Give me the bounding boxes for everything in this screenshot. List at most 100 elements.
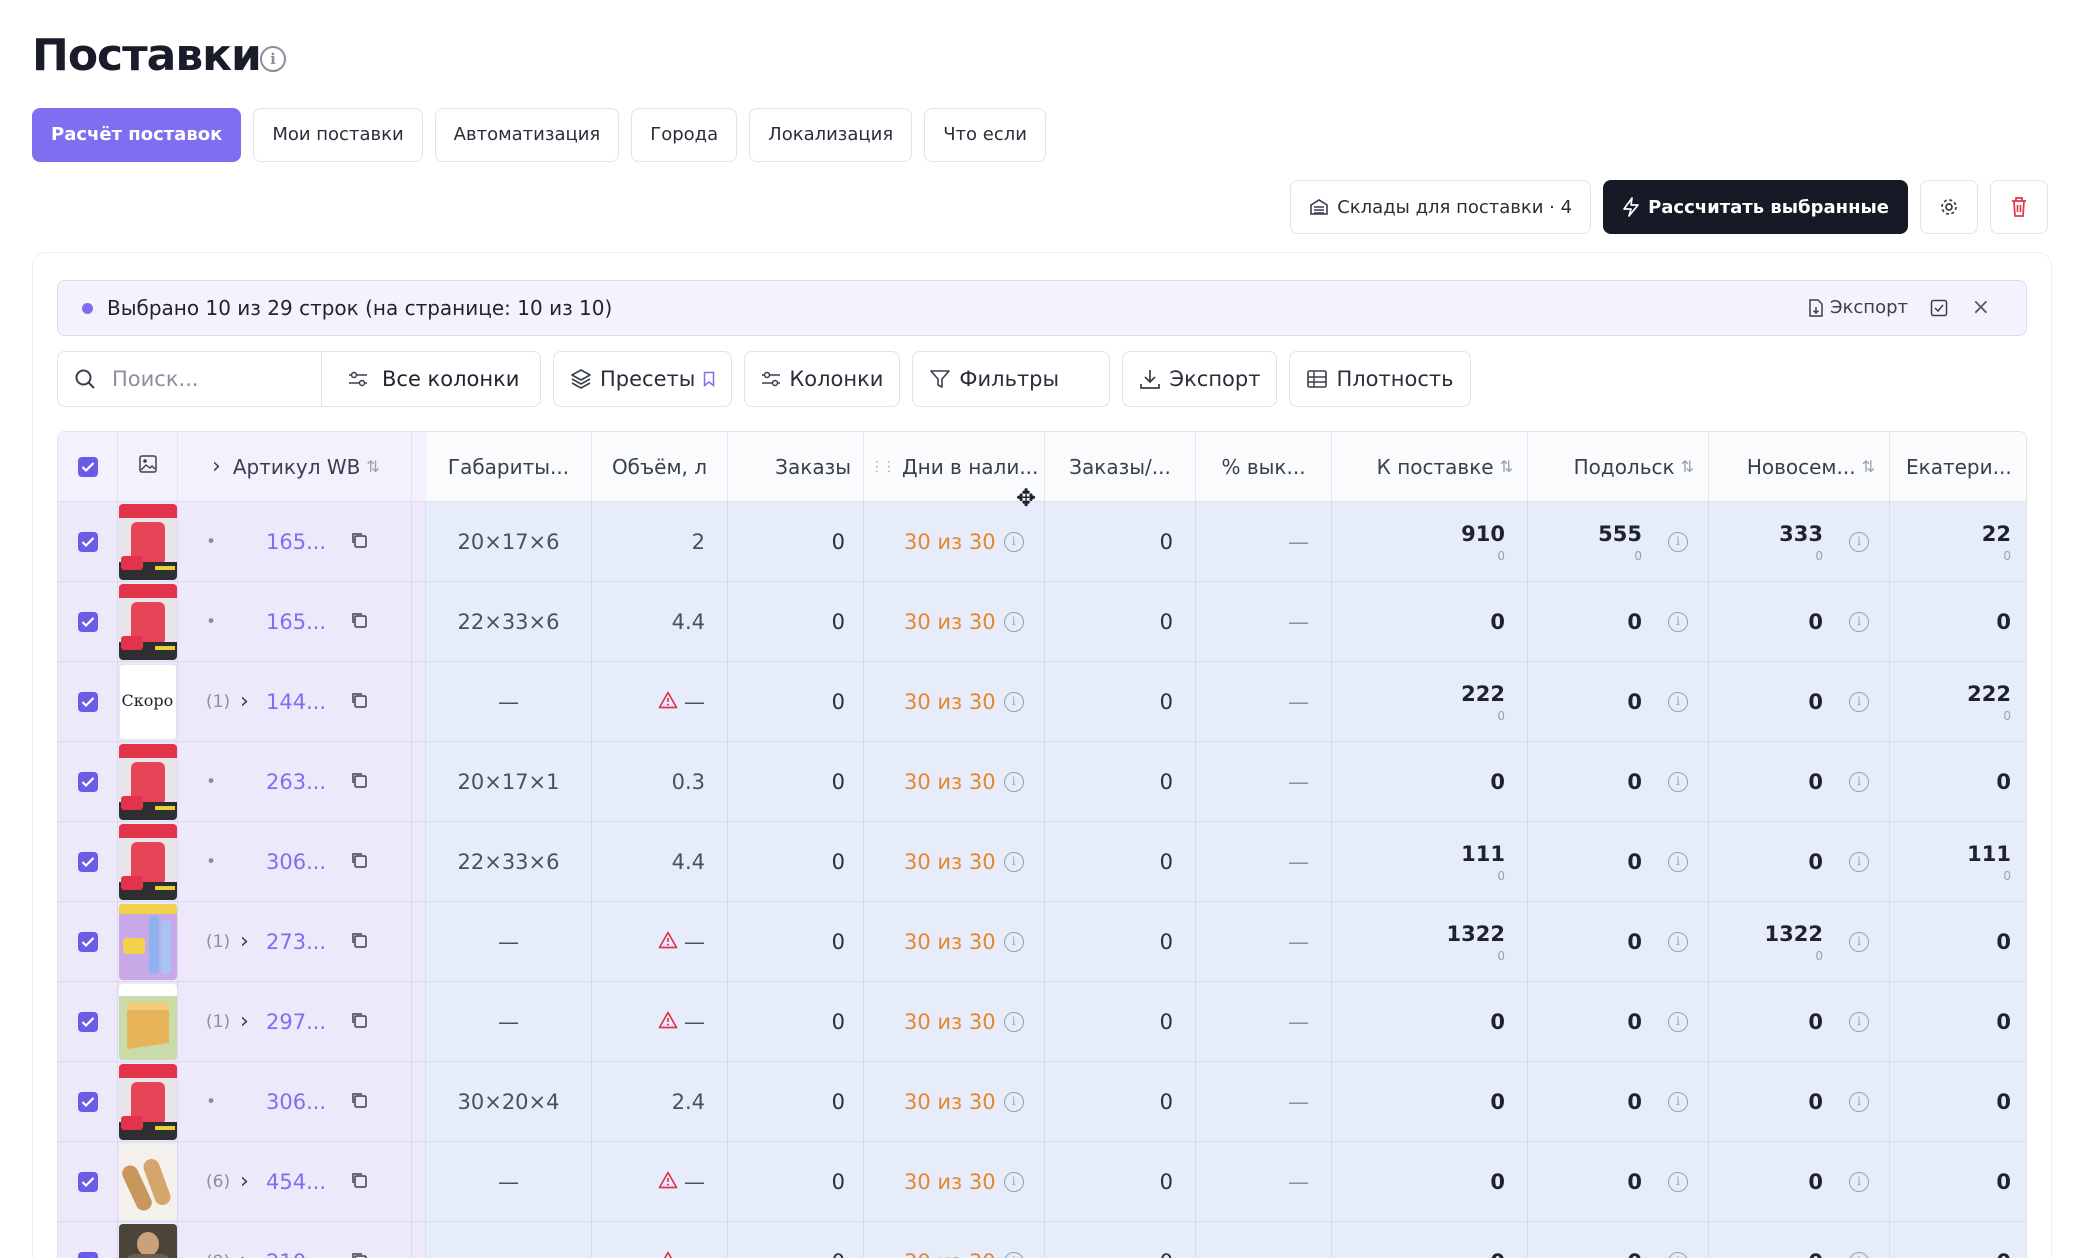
- presets-button[interactable]: Пресеты: [553, 351, 733, 407]
- column-header-dims[interactable]: Габариты...: [426, 432, 592, 502]
- copy-icon[interactable]: [350, 930, 368, 954]
- row-checkbox[interactable]: [77, 691, 98, 712]
- export-button[interactable]: Экспорт: [1122, 351, 1278, 407]
- column-header-ord[interactable]: Заказы: [728, 432, 864, 502]
- select-all-check-icon[interactable]: [1930, 299, 1948, 317]
- selection-export-button[interactable]: Экспорт: [1808, 297, 1908, 318]
- expand-row-chevron-icon[interactable]: ›: [240, 1009, 266, 1034]
- row-checkbox[interactable]: [77, 1011, 98, 1032]
- tab-localization[interactable]: Локализация: [749, 108, 913, 162]
- copy-icon[interactable]: [350, 1090, 368, 1114]
- supply-quantity-eka[interactable]: 0: [1996, 930, 2011, 954]
- copy-icon[interactable]: [350, 1010, 368, 1034]
- warehouse-info-icon[interactable]: i: [1668, 611, 1688, 632]
- column-header-eka[interactable]: Екатери...: [1890, 432, 2026, 502]
- supply-quantity-nov[interactable]: 333: [1779, 522, 1823, 546]
- row-checkbox[interactable]: [77, 931, 98, 952]
- article-link[interactable]: 306...: [266, 1090, 350, 1114]
- column-header-pod[interactable]: Подольск ⇅: [1528, 432, 1709, 502]
- supply-quantity-nov[interactable]: 0: [1808, 690, 1823, 714]
- supply-quantity-pod[interactable]: 0: [1627, 850, 1642, 874]
- supply-quantity-eka[interactable]: 111: [1967, 842, 2011, 866]
- column-header-img[interactable]: [118, 432, 178, 502]
- product-thumbnail[interactable]: [118, 1143, 177, 1220]
- copy-icon[interactable]: [350, 690, 368, 714]
- column-header-cb[interactable]: [58, 432, 118, 502]
- article-link[interactable]: 165...: [266, 610, 350, 634]
- copy-icon[interactable]: [350, 1250, 368, 1258]
- days-info-icon[interactable]: i: [1003, 1091, 1024, 1112]
- tab-what-if[interactable]: Что если: [924, 108, 1046, 162]
- product-thumbnail[interactable]: [118, 1223, 177, 1258]
- product-thumbnail[interactable]: [118, 983, 177, 1060]
- days-info-icon[interactable]: i: [1003, 531, 1024, 552]
- sort-icon[interactable]: ⇅: [1500, 457, 1513, 476]
- tab-my-supplies[interactable]: Мои поставки: [253, 108, 423, 162]
- article-link[interactable]: 165...: [266, 530, 350, 554]
- warehouse-info-icon[interactable]: i: [1849, 1171, 1869, 1192]
- copy-icon[interactable]: [350, 770, 368, 794]
- column-header-to[interactable]: К поставке ⇅: [1332, 432, 1528, 502]
- warehouse-info-icon[interactable]: i: [1668, 1251, 1688, 1258]
- warehouse-info-icon[interactable]: i: [1668, 691, 1688, 712]
- article-link[interactable]: 144...: [266, 690, 350, 714]
- article-link[interactable]: 454...: [266, 1170, 350, 1194]
- warehouse-info-icon[interactable]: i: [1849, 691, 1869, 712]
- warehouse-info-icon[interactable]: i: [1849, 1011, 1869, 1032]
- row-checkbox[interactable]: [77, 1251, 98, 1258]
- tab-automation[interactable]: Автоматизация: [434, 108, 620, 162]
- supply-quantity-to[interactable]: 222: [1461, 682, 1505, 706]
- expand-row-chevron-icon[interactable]: ›: [240, 929, 266, 954]
- product-thumbnail[interactable]: Скоро: [118, 663, 177, 740]
- product-thumbnail[interactable]: [118, 903, 177, 980]
- supply-quantity-nov[interactable]: 0: [1808, 1010, 1823, 1034]
- warehouses-button[interactable]: Склады для поставки · 4: [1290, 180, 1592, 234]
- days-info-icon[interactable]: i: [1003, 851, 1024, 872]
- warehouse-info-icon[interactable]: i: [1849, 931, 1869, 952]
- article-link[interactable]: 306...: [266, 850, 350, 874]
- density-button[interactable]: Плотность: [1289, 351, 1471, 407]
- days-info-icon[interactable]: i: [1003, 771, 1024, 792]
- supply-quantity-nov[interactable]: 1322: [1765, 922, 1823, 946]
- warehouse-info-icon[interactable]: i: [1668, 931, 1688, 952]
- supply-quantity-pod[interactable]: 0: [1627, 770, 1642, 794]
- select-all-checkbox[interactable]: [77, 456, 98, 477]
- column-header-art[interactable]: › Артикул WB ⇅: [178, 432, 412, 502]
- supply-quantity-to[interactable]: 910: [1461, 522, 1505, 546]
- copy-icon[interactable]: [350, 850, 368, 874]
- expand-row-chevron-icon[interactable]: ›: [240, 1249, 266, 1258]
- column-header-vol[interactable]: Объём, л: [592, 432, 728, 502]
- sort-icon[interactable]: ⇅: [1681, 457, 1694, 476]
- row-checkbox[interactable]: [77, 611, 98, 632]
- supply-quantity-eka[interactable]: 0: [1996, 1090, 2011, 1114]
- supply-quantity-pod[interactable]: 0: [1627, 1090, 1642, 1114]
- days-info-icon[interactable]: i: [1003, 691, 1024, 712]
- settings-button[interactable]: [1920, 180, 1978, 234]
- article-link[interactable]: 263...: [266, 770, 350, 794]
- supply-quantity-pod[interactable]: 0: [1627, 1010, 1642, 1034]
- warehouse-info-icon[interactable]: i: [1849, 851, 1869, 872]
- article-link[interactable]: 210...: [266, 1250, 350, 1258]
- warehouse-info-icon[interactable]: i: [1849, 611, 1869, 632]
- warehouse-info-icon[interactable]: i: [1849, 1091, 1869, 1112]
- supply-quantity-to[interactable]: 0: [1490, 1170, 1505, 1194]
- expand-row-chevron-icon[interactable]: ›: [240, 689, 266, 714]
- supply-quantity-nov[interactable]: 0: [1808, 1170, 1823, 1194]
- drag-handle-icon[interactable]: ⋮⋮: [870, 459, 896, 475]
- row-checkbox[interactable]: [77, 531, 98, 552]
- supply-quantity-pod[interactable]: 0: [1627, 1170, 1642, 1194]
- expand-row-chevron-icon[interactable]: ›: [240, 1169, 266, 1194]
- warehouse-info-icon[interactable]: i: [1668, 531, 1688, 552]
- calculate-selected-button[interactable]: Рассчитать выбранные: [1603, 180, 1908, 234]
- all-columns-select[interactable]: Все колонки: [322, 352, 540, 406]
- supply-quantity-to[interactable]: 111: [1461, 842, 1505, 866]
- column-header-op[interactable]: Заказы/...: [1045, 432, 1196, 502]
- supply-quantity-to[interactable]: 0: [1490, 1010, 1505, 1034]
- supply-quantity-to[interactable]: 0: [1490, 770, 1505, 794]
- supply-quantity-pod[interactable]: 0: [1627, 930, 1642, 954]
- supply-quantity-to[interactable]: 0: [1490, 1090, 1505, 1114]
- days-info-icon[interactable]: i: [1003, 931, 1024, 952]
- days-info-icon[interactable]: i: [1003, 1251, 1024, 1258]
- warehouse-info-icon[interactable]: i: [1668, 1011, 1688, 1032]
- supply-quantity-pod[interactable]: 0: [1627, 610, 1642, 634]
